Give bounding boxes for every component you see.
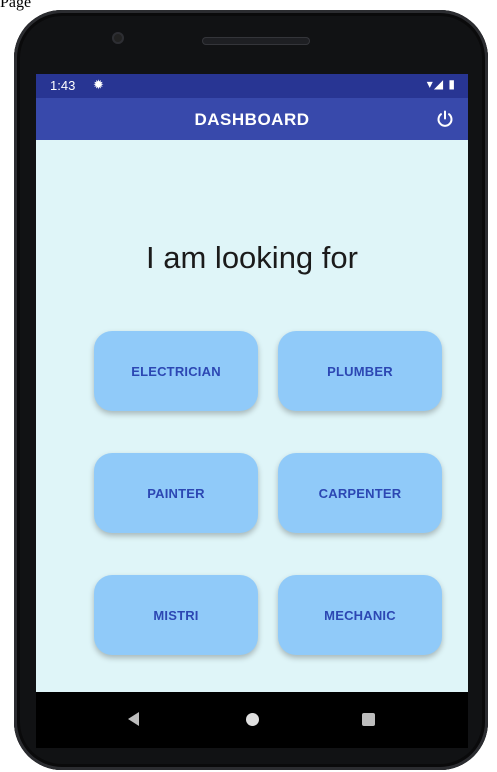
gear-icon: ✹ xyxy=(93,77,104,92)
back-icon[interactable] xyxy=(128,712,139,726)
system-nav-bar xyxy=(36,692,468,748)
carpenter-button[interactable]: CARPENTER xyxy=(278,453,442,533)
signal-battery-icons: ▾◢ ▮ xyxy=(426,77,456,91)
logout-button[interactable] xyxy=(432,106,458,132)
home-icon[interactable] xyxy=(246,713,259,726)
mistri-button[interactable]: MISTRI xyxy=(94,575,258,655)
mechanic-button[interactable]: MECHANIC xyxy=(278,575,442,655)
painter-button[interactable]: PAINTER xyxy=(94,453,258,533)
page-title: DASHBOARD xyxy=(194,110,310,129)
power-icon xyxy=(437,110,453,127)
front-camera xyxy=(112,32,124,44)
recent-apps-icon[interactable] xyxy=(362,713,375,726)
plumber-button[interactable]: PLUMBER xyxy=(278,331,442,411)
page-label: Page xyxy=(0,0,32,11)
electrician-button[interactable]: ELECTRICIAN xyxy=(94,331,258,411)
phone-frame: 1:43 ✹ ▾◢ ▮ DASHBOARD I am looking for E… xyxy=(14,10,488,770)
earpiece-speaker xyxy=(202,37,310,45)
app-screen: 1:43 ✹ ▾◢ ▮ DASHBOARD I am looking for E… xyxy=(36,74,468,692)
heading: I am looking for xyxy=(146,240,358,275)
status-bar: 1:43 ✹ ▾◢ ▮ xyxy=(36,74,468,98)
status-time: 1:43 xyxy=(50,78,76,93)
app-bar: DASHBOARD xyxy=(36,98,468,140)
